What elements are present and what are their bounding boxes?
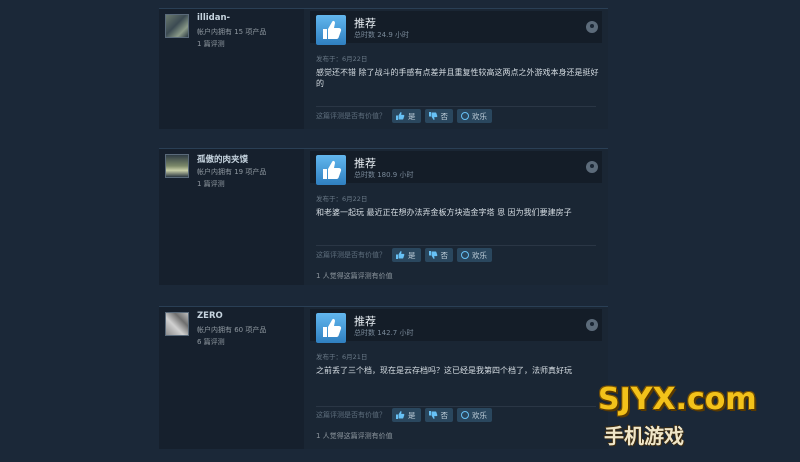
playtime: 总时数 24.9 小时 (354, 31, 410, 39)
vote-yes-button[interactable]: 是 (392, 248, 421, 262)
reviewer-name[interactable]: illidan- (197, 13, 230, 23)
thumbs-up-icon (316, 15, 346, 45)
review-verdict: 推荐 (354, 17, 376, 30)
watermark-main-text: SJYX.com (598, 382, 757, 417)
thumbs-up-icon (396, 112, 405, 120)
divider (316, 245, 596, 246)
products-owned[interactable]: 帐户内拥有 60 项产品 (197, 325, 266, 335)
vote-funny-button[interactable]: 欢乐 (457, 109, 492, 123)
site-watermark-logo: SJYX.com 手机游戏 (598, 380, 794, 458)
posted-date: 发布于：6月22日 (316, 55, 368, 63)
reviewer-name[interactable]: 孤傲的肉夹馍 (197, 153, 248, 165)
thumbs-down-icon (428, 112, 437, 120)
steam-icon (586, 161, 598, 173)
review-text: 和老婆一起玩 最近正在想办法弄金板方块造金字塔 恩 因为我们要建房子 (316, 208, 572, 217)
found-helpful-text: 1 人觉得这篇评测有价值 (316, 272, 393, 280)
helpful-question: 这篇评测是否有价值？ (316, 411, 386, 419)
found-helpful-text: 1 人觉得这篇评测有价值 (316, 432, 393, 440)
playtime: 总时数 142.7 小时 (354, 329, 414, 337)
helpful-controls: 这篇评测是否有价值？ 是 否 欢乐 (316, 247, 602, 263)
vote-no-label: 否 (440, 111, 449, 121)
avatar[interactable] (165, 154, 189, 178)
thumbs-up-icon (316, 313, 346, 343)
vote-yes-button[interactable]: 是 (392, 408, 421, 422)
review-count[interactable]: 1 篇评测 (197, 39, 225, 49)
avatar[interactable] (165, 14, 189, 38)
smile-icon (461, 112, 469, 120)
review-body: 推荐 总时数 180.9 小时 发布于：6月22日 和老婆一起玩 最近正在想办法… (304, 149, 608, 285)
vote-yes-label: 是 (408, 111, 416, 121)
review-card: illidan- 帐户内拥有 15 项产品 1 篇评测 推荐 总时数 24.9 … (159, 8, 608, 129)
review-verdict: 推荐 (354, 315, 376, 328)
thumbs-down-icon (428, 251, 437, 259)
avatar[interactable] (165, 312, 189, 336)
vote-yes-label: 是 (408, 250, 416, 260)
divider (316, 106, 596, 107)
review-header[interactable]: 推荐 总时数 142.7 小时 (310, 309, 602, 343)
vote-funny-label: 欢乐 (472, 250, 487, 260)
thumbs-up-icon (316, 155, 346, 185)
vote-funny-button[interactable]: 欢乐 (457, 248, 492, 262)
review-header[interactable]: 推荐 总时数 24.9 小时 (310, 11, 602, 45)
reviewer-info: illidan- 帐户内拥有 15 项产品 1 篇评测 (159, 9, 304, 129)
reviewer-name[interactable]: ZERO (197, 311, 223, 321)
playtime: 总时数 180.9 小时 (354, 171, 414, 179)
posted-date: 发布于：6月21日 (316, 353, 368, 361)
watermark-sub-text: 手机游戏 (604, 424, 684, 448)
review-card: ZERO 帐户内拥有 60 项产品 6 篇评测 推荐 总时数 142.7 小时 … (159, 306, 608, 449)
helpful-question: 这篇评测是否有价值？ (316, 112, 386, 120)
products-owned[interactable]: 帐户内拥有 19 项产品 (197, 167, 266, 177)
vote-no-label: 否 (440, 410, 449, 420)
posted-date: 发布于：6月22日 (316, 195, 368, 203)
review-header[interactable]: 推荐 总时数 180.9 小时 (310, 151, 602, 185)
vote-no-button[interactable]: 否 (424, 408, 453, 422)
thumbs-down-icon (428, 411, 437, 419)
products-owned[interactable]: 帐户内拥有 15 项产品 (197, 27, 266, 37)
smile-icon (461, 251, 469, 259)
helpful-controls: 这篇评测是否有价值？ 是 否 欢乐 (316, 108, 602, 124)
steam-icon (586, 21, 598, 33)
vote-yes-button[interactable]: 是 (392, 109, 421, 123)
reviewer-info: ZERO 帐户内拥有 60 项产品 6 篇评测 (159, 307, 304, 449)
review-text: 之前丢了三个档，现在是云存档吗？这已经是我第四个档了，法师真好玩 (316, 366, 572, 375)
review-text: 感觉还不错 除了战斗的手感有点差并且重复性较高这两点之外游戏本身还是挺好的 (316, 68, 599, 88)
vote-funny-button[interactable]: 欢乐 (457, 408, 492, 422)
vote-no-button[interactable]: 否 (424, 248, 453, 262)
review-card: 孤傲的肉夹馍 帐户内拥有 19 项产品 1 篇评测 推荐 总时数 180.9 小… (159, 148, 608, 285)
helpful-question: 这篇评测是否有价值？ (316, 251, 386, 259)
vote-funny-label: 欢乐 (472, 111, 487, 121)
review-body: 推荐 总时数 142.7 小时 发布于：6月21日 之前丢了三个档，现在是云存档… (304, 307, 608, 449)
steam-icon (586, 319, 598, 331)
review-body: 推荐 总时数 24.9 小时 发布于：6月22日 感觉还不错 除了战斗的手感有点… (304, 9, 608, 129)
review-count[interactable]: 1 篇评测 (197, 179, 225, 189)
reviewer-info: 孤傲的肉夹馍 帐户内拥有 19 项产品 1 篇评测 (159, 149, 304, 285)
vote-funny-label: 欢乐 (472, 410, 487, 420)
vote-no-button[interactable]: 否 (424, 109, 453, 123)
helpful-controls: 这篇评测是否有价值？ 是 否 欢乐 (316, 407, 602, 423)
smile-icon (461, 411, 469, 419)
vote-no-label: 否 (440, 250, 449, 260)
thumbs-up-icon (396, 251, 405, 259)
vote-yes-label: 是 (408, 410, 416, 420)
thumbs-up-icon (396, 411, 405, 419)
review-verdict: 推荐 (354, 157, 376, 170)
review-count[interactable]: 6 篇评测 (197, 337, 225, 347)
